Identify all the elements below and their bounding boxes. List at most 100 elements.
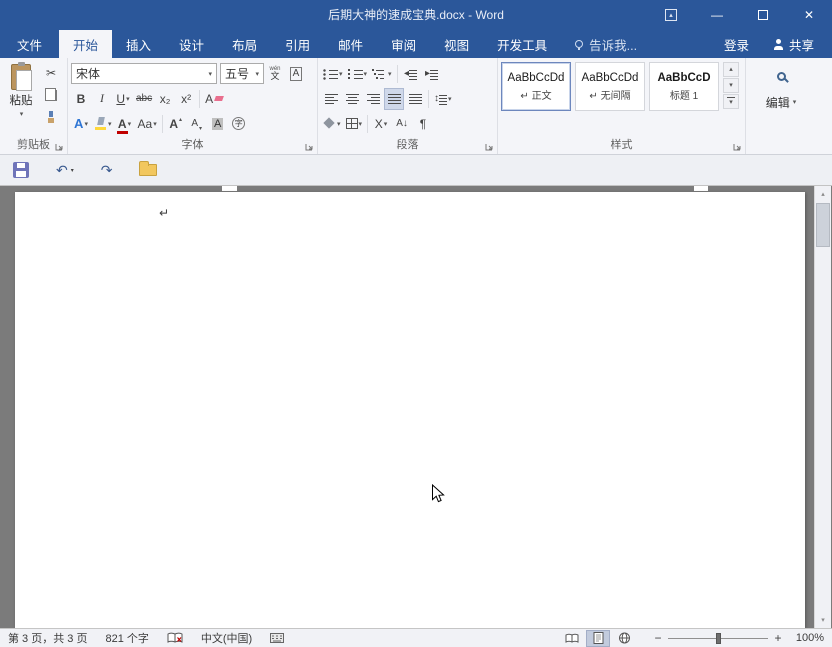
styles-scroll-up-button[interactable]: ▴ — [723, 62, 739, 77]
zoom-slider-thumb[interactable] — [716, 633, 721, 644]
format-painter-button[interactable] — [39, 107, 63, 127]
text-effects-button[interactable]: A▾ — [71, 113, 91, 135]
proofing-status[interactable] — [167, 632, 183, 644]
mouse-cursor — [431, 484, 445, 504]
find-button[interactable] — [771, 65, 791, 87]
decrease-indent-button[interactable]: ◂ — [401, 63, 421, 85]
zoom-out-button[interactable]: − — [650, 631, 666, 645]
font-name-combobox[interactable]: 宋体 ▾ — [71, 63, 217, 84]
undo-button[interactable]: ↶ ▾ — [56, 162, 74, 179]
tab-mailings[interactable]: 邮件 — [324, 30, 377, 58]
share-button[interactable]: 共享 — [761, 35, 826, 54]
tab-design[interactable]: 设计 — [165, 30, 218, 58]
align-left-button[interactable] — [321, 88, 341, 110]
line-spacing-button[interactable]: ↕▾ — [432, 88, 454, 110]
styles-scroll-down-button[interactable]: ▾ — [723, 78, 739, 93]
clear-formatting-button[interactable]: A — [203, 88, 225, 110]
proofing-book-icon — [167, 632, 183, 644]
editing-button[interactable]: 编辑 ▾ — [764, 91, 799, 113]
styles-more-button[interactable]: ▾ — [723, 94, 739, 109]
tab-layout[interactable]: 布局 — [218, 30, 271, 58]
grow-font-button[interactable]: A▴ — [166, 113, 186, 135]
phonetic-guide-button[interactable]: wén 文 — [265, 63, 285, 85]
character-border-button[interactable]: A — [286, 63, 306, 85]
enclose-characters-button[interactable]: 字 — [229, 113, 249, 135]
bullets-button[interactable]: ▾ — [321, 63, 345, 85]
asian-layout-button[interactable]: X▾ — [371, 113, 391, 135]
subscript-button[interactable]: x₂ — [155, 88, 175, 110]
web-layout-button[interactable] — [612, 630, 636, 647]
change-case-button[interactable]: Aa▾ — [136, 113, 159, 135]
font-size-combobox[interactable]: 五号 ▾ — [220, 63, 264, 84]
numbering-button[interactable]: ▾ — [346, 63, 370, 85]
maximize-button[interactable] — [740, 0, 786, 30]
caret-down-icon: ▾ — [729, 82, 733, 89]
styles-dialog-launcher-icon[interactable] — [733, 142, 742, 151]
keyboard-icon[interactable] — [270, 633, 284, 643]
page-indicator[interactable]: 第 3 页，共 3 页 — [8, 630, 87, 646]
close-button[interactable]: ✕ — [786, 0, 832, 30]
sort-button[interactable]: A↓ — [392, 113, 412, 135]
borders-button[interactable]: ▾ — [344, 113, 365, 135]
print-layout-button[interactable] — [586, 630, 610, 647]
distribute-button[interactable] — [405, 88, 425, 110]
paste-button[interactable]: 粘贴 ▾ — [3, 61, 39, 137]
justify-button[interactable] — [384, 88, 404, 110]
cut-button[interactable]: ✂ — [39, 63, 63, 83]
zoom-slider[interactable] — [668, 632, 768, 645]
font-color-button[interactable]: A▾ — [115, 113, 135, 135]
copy-button[interactable] — [39, 85, 63, 105]
font-dialog-launcher-icon[interactable] — [305, 142, 314, 151]
tab-insert[interactable]: 插入 — [112, 30, 165, 58]
scroll-down-button[interactable]: ▾ — [815, 612, 831, 628]
tab-home[interactable]: 开始 — [59, 30, 112, 58]
show-hide-marks-button[interactable]: ¶ — [413, 113, 433, 135]
shrink-font-button[interactable]: A▾ — [187, 113, 207, 135]
align-right-button[interactable] — [363, 88, 383, 110]
web-layout-icon — [618, 632, 631, 644]
caret-down-icon[interactable]: ▾ — [208, 70, 212, 78]
language-indicator[interactable]: 中文(中国) — [201, 630, 252, 646]
shading-button[interactable]: ▾ — [321, 113, 343, 135]
open-button[interactable] — [139, 164, 157, 176]
style-normal[interactable]: AaBbCcDd ↵ 正文 — [501, 62, 571, 111]
underline-button[interactable]: U▾ — [113, 88, 133, 110]
paragraph-dialog-launcher-icon[interactable] — [485, 142, 494, 151]
align-center-button[interactable] — [342, 88, 362, 110]
strikethrough-button[interactable]: abc — [134, 88, 154, 110]
save-button[interactable] — [13, 162, 29, 178]
multilevel-list-button[interactable]: ▾ — [370, 63, 394, 85]
increase-indent-button[interactable]: ▸ — [422, 63, 442, 85]
ribbon-display-options-button[interactable]: ▴ — [648, 0, 694, 30]
word-count[interactable]: 821 个字 — [105, 630, 148, 646]
italic-button[interactable]: I — [92, 88, 112, 110]
zoom-in-button[interactable]: + — [770, 631, 786, 645]
styles-group-label: 样式 — [498, 136, 745, 152]
tell-me-box[interactable]: 告诉我... — [575, 30, 637, 58]
superscript-button[interactable]: x² — [176, 88, 196, 110]
read-mode-button[interactable] — [560, 630, 584, 647]
character-shading-button[interactable]: A — [208, 113, 228, 135]
style-no-spacing[interactable]: AaBbCcDd ↵ 无间隔 — [575, 62, 645, 111]
tab-view[interactable]: 视图 — [430, 30, 483, 58]
bold-button[interactable]: B — [71, 88, 91, 110]
caret-down-icon[interactable]: ▾ — [255, 70, 259, 78]
phonetic-guide-icon: wén 文 — [269, 66, 280, 81]
clipboard-group: 粘贴 ▾ ✂ 剪贴板 — [0, 58, 68, 154]
sign-in-button[interactable]: 登录 — [712, 35, 761, 54]
caret-down-icon[interactable]: ▾ — [71, 167, 74, 174]
scroll-up-button[interactable]: ▴ — [815, 186, 831, 202]
tab-developer[interactable]: 开发工具 — [483, 30, 561, 58]
document-page[interactable]: ↵ — [15, 192, 805, 628]
scrollbar-thumb[interactable] — [816, 203, 830, 247]
minimize-button[interactable]: — — [694, 0, 740, 30]
tab-review[interactable]: 审阅 — [377, 30, 430, 58]
style-heading-1[interactable]: AaBbCcD 标题 1 — [649, 62, 719, 111]
text-highlight-button[interactable]: ▾ — [92, 113, 114, 135]
zoom-level[interactable]: 100% — [786, 632, 824, 644]
tab-references[interactable]: 引用 — [271, 30, 324, 58]
redo-button[interactable]: ↷ — [101, 162, 113, 179]
tab-file[interactable]: 文件 — [0, 30, 59, 58]
vertical-scrollbar[interactable]: ▴ ▾ — [814, 186, 831, 628]
clipboard-dialog-launcher-icon[interactable] — [55, 142, 64, 151]
